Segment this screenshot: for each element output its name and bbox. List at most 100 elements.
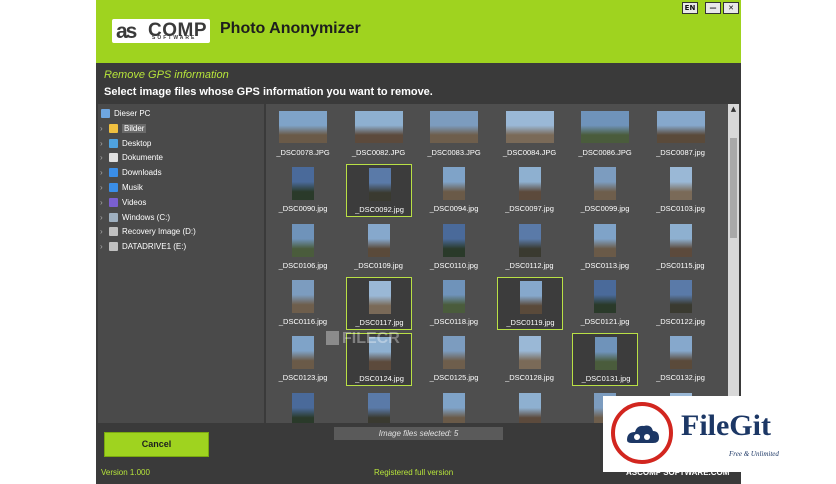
image-thumbnail bbox=[656, 111, 705, 143]
image-filename: _DSC0128.jpg bbox=[505, 373, 554, 383]
image-tile[interactable]: _DSC0099.jpg bbox=[572, 164, 638, 217]
image-filename: _DSC0097.jpg bbox=[505, 204, 554, 214]
image-thumbnail bbox=[594, 167, 616, 201]
folder-tree[interactable]: Dieser PC › Bilder › Desktop › Dokumente › Downl… bbox=[98, 104, 264, 423]
image-filename: _DSC0078.JPG bbox=[276, 148, 330, 157]
image-thumbnail bbox=[443, 336, 465, 370]
filegit-logo-icon bbox=[611, 402, 673, 464]
image-filename: _DSC0110.jpg bbox=[429, 260, 479, 270]
image-tile[interactable]: _DSC0084.JPG bbox=[497, 108, 563, 161]
filegit-tagline: Free & Unlimited bbox=[729, 450, 779, 458]
image-thumbnail bbox=[292, 336, 314, 370]
image-tile[interactable]: _DSC0078.JPG bbox=[270, 108, 336, 161]
image-thumbnail bbox=[669, 223, 692, 257]
image-tile[interactable]: _DSC0103.jpg bbox=[648, 164, 714, 217]
image-filename: _DSC0131.jpg bbox=[581, 374, 631, 384]
image-tile[interactable]: _DSC0090.jpg bbox=[270, 164, 336, 217]
image-thumbnail bbox=[505, 111, 554, 143]
image-tile[interactable]: _DSC0087.jpg bbox=[648, 108, 714, 161]
image-tile[interactable]: _DSC0094.jpg bbox=[421, 164, 487, 217]
image-tile[interactable]: _DSC0121.jpg bbox=[572, 277, 638, 330]
image-tile[interactable]: _DSC0112.jpg bbox=[497, 221, 563, 274]
image-filename: _DSC0087.jpg bbox=[656, 148, 705, 157]
image-filename: _DSC0106.jpg bbox=[278, 260, 328, 270]
image-thumbnail bbox=[669, 167, 692, 201]
grid-scrollbar[interactable]: ▲ bbox=[728, 104, 739, 423]
image-thumbnail bbox=[292, 223, 314, 257]
image-thumbnail bbox=[354, 111, 403, 143]
image-tile[interactable]: _DSC0125.jpg bbox=[421, 333, 487, 386]
image-tile[interactable] bbox=[346, 390, 412, 423]
image-thumbnail bbox=[594, 223, 616, 257]
image-filename: _DSC0092.jpg bbox=[355, 205, 404, 215]
image-tile[interactable]: _DSC0082.JPG bbox=[346, 108, 412, 161]
image-thumbnail bbox=[368, 280, 391, 314]
image-tile[interactable] bbox=[497, 390, 563, 423]
image-grid[interactable]: _DSC0078.JPG _DSC0082.JPG _DSC0083.JPG _DSC… bbox=[266, 104, 728, 423]
image-thumbnail bbox=[292, 167, 314, 201]
expand-chevron-icon[interactable]: › bbox=[100, 153, 103, 162]
image-tile[interactable]: _DSC0116.jpg bbox=[270, 277, 336, 330]
step-title: Remove GPS information bbox=[104, 69, 229, 81]
image-tile[interactable]: _DSC0132.jpg bbox=[648, 333, 714, 386]
filegit-name: FileGit bbox=[681, 409, 771, 442]
documents-folder-icon bbox=[109, 153, 118, 163]
image-tile[interactable]: _DSC0106.jpg bbox=[270, 221, 336, 274]
image-filename: _DSC0083.JPG bbox=[427, 148, 481, 157]
logo-sub: SOFTWARE bbox=[152, 35, 197, 41]
drive-icon bbox=[109, 242, 118, 252]
tree-item-label: Dieser PC bbox=[114, 109, 151, 118]
scroll-thumb[interactable] bbox=[730, 138, 737, 238]
image-tile[interactable]: _DSC0086.JPG bbox=[572, 108, 638, 161]
videos-folder-icon bbox=[109, 197, 118, 207]
image-filename: _DSC0099.jpg bbox=[580, 204, 630, 214]
close-button[interactable]: ✕ bbox=[723, 2, 739, 14]
expand-chevron-icon[interactable]: › bbox=[100, 198, 103, 207]
image-tile[interactable]: _DSC0115.jpg bbox=[648, 221, 714, 274]
image-thumbnail bbox=[443, 392, 465, 423]
pictures-folder-icon bbox=[109, 123, 118, 133]
expand-chevron-icon[interactable]: › bbox=[100, 213, 103, 222]
image-filename: _DSC0121.jpg bbox=[580, 316, 630, 326]
image-filename: _DSC0122.jpg bbox=[656, 316, 705, 326]
scroll-up-icon[interactable]: ▲ bbox=[728, 104, 739, 115]
image-tile[interactable]: _DSC0117.jpg bbox=[345, 276, 412, 330]
image-tile[interactable]: _DSC0092.jpg bbox=[345, 164, 412, 218]
image-tile[interactable] bbox=[421, 390, 487, 423]
expand-chevron-icon[interactable]: › bbox=[100, 168, 103, 177]
image-tile[interactable]: _DSC0122.jpg bbox=[648, 277, 714, 330]
minimize-button[interactable]: — bbox=[705, 2, 721, 14]
tree-item-label: Downloads bbox=[122, 168, 162, 178]
cancel-button[interactable]: Cancel bbox=[104, 432, 209, 457]
license-label: Registered full version bbox=[374, 468, 454, 477]
image-thumbnail bbox=[292, 279, 314, 313]
image-filename: _DSC0086.JPG bbox=[578, 148, 632, 157]
expand-chevron-icon[interactable]: › bbox=[100, 227, 103, 236]
image-tile[interactable]: _DSC0119.jpg bbox=[496, 276, 563, 330]
image-filename: _DSC0094.jpg bbox=[429, 204, 479, 214]
language-button[interactable]: EN bbox=[682, 2, 698, 14]
expand-chevron-icon[interactable]: › bbox=[100, 183, 103, 192]
tree-item-label: Desktop bbox=[122, 138, 152, 148]
image-tile[interactable]: _DSC0118.jpg bbox=[421, 277, 487, 330]
image-tile[interactable]: _DSC0110.jpg bbox=[421, 221, 487, 274]
image-thumbnail bbox=[443, 223, 465, 257]
app-title: Photo Anonymizer bbox=[220, 20, 361, 37]
image-thumbnail bbox=[368, 168, 391, 202]
image-thumbnail bbox=[292, 392, 314, 423]
downloads-folder-icon bbox=[109, 168, 118, 178]
expand-chevron-icon[interactable]: › bbox=[100, 139, 103, 148]
image-tile[interactable]: _DSC0097.jpg bbox=[497, 164, 563, 217]
image-filename: _DSC0109.jpg bbox=[354, 260, 403, 270]
image-tile[interactable]: _DSC0109.jpg bbox=[346, 221, 412, 274]
image-tile[interactable]: _DSC0131.jpg bbox=[572, 333, 638, 387]
image-tile[interactable] bbox=[270, 390, 336, 423]
image-tile[interactable]: _DSC0128.jpg bbox=[497, 333, 563, 386]
image-filename: _DSC0112.jpg bbox=[505, 260, 554, 270]
image-filename: _DSC0082.JPG bbox=[351, 148, 406, 157]
step-instruction: Select image files whose GPS information… bbox=[104, 86, 433, 98]
image-tile[interactable]: _DSC0083.JPG bbox=[421, 108, 487, 161]
expand-chevron-icon[interactable]: › bbox=[100, 242, 103, 251]
expand-chevron-icon[interactable]: › bbox=[100, 124, 103, 133]
image-tile[interactable]: _DSC0113.jpg bbox=[572, 221, 638, 274]
